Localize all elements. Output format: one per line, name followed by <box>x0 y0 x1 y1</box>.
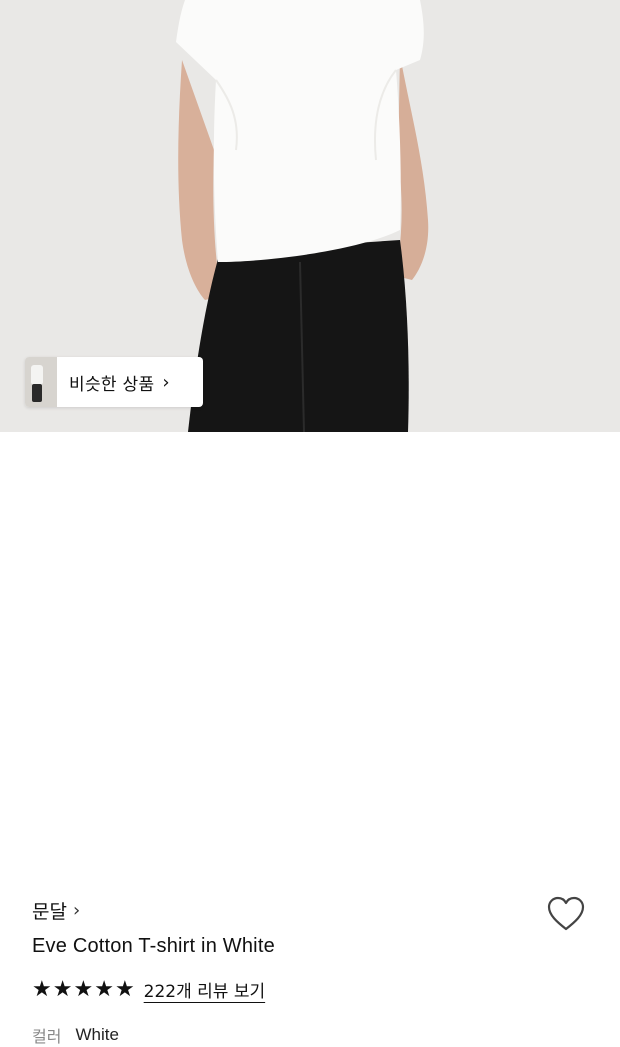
similar-products-label: 비슷한 상품 <box>69 374 155 395</box>
color-label: 컬러 <box>32 1027 62 1046</box>
rating-row: ★ ★ ★ ★ ★ 222개 리뷰 보기 <box>32 977 265 1002</box>
brand-link[interactable]: 문달 › <box>32 897 80 924</box>
star-icon: ★ <box>114 976 135 1002</box>
view-reviews-link[interactable]: 222개 리뷰 보기 <box>144 977 265 1002</box>
product-image[interactable]: 비슷한 상품 › <box>0 0 620 432</box>
star-icon: ★ <box>73 976 94 1002</box>
product-title: Eve Cotton T-shirt in White <box>32 935 275 957</box>
wishlist-heart-icon[interactable] <box>545 894 587 934</box>
chevron-right-icon: › <box>72 900 81 921</box>
similar-product-thumbnail <box>25 357 57 407</box>
color-value: White <box>75 1025 119 1044</box>
color-row: 컬러 White <box>32 1023 119 1047</box>
chevron-right-icon: › <box>162 371 170 393</box>
rating-stars: ★ ★ ★ ★ ★ <box>32 976 136 1002</box>
star-icon: ★ <box>52 976 73 1002</box>
star-icon: ★ <box>32 976 52 1002</box>
similar-products-button[interactable]: 비슷한 상품 › <box>25 357 203 407</box>
brand-name: 문달 <box>32 901 67 923</box>
star-icon: ★ <box>94 976 114 1002</box>
